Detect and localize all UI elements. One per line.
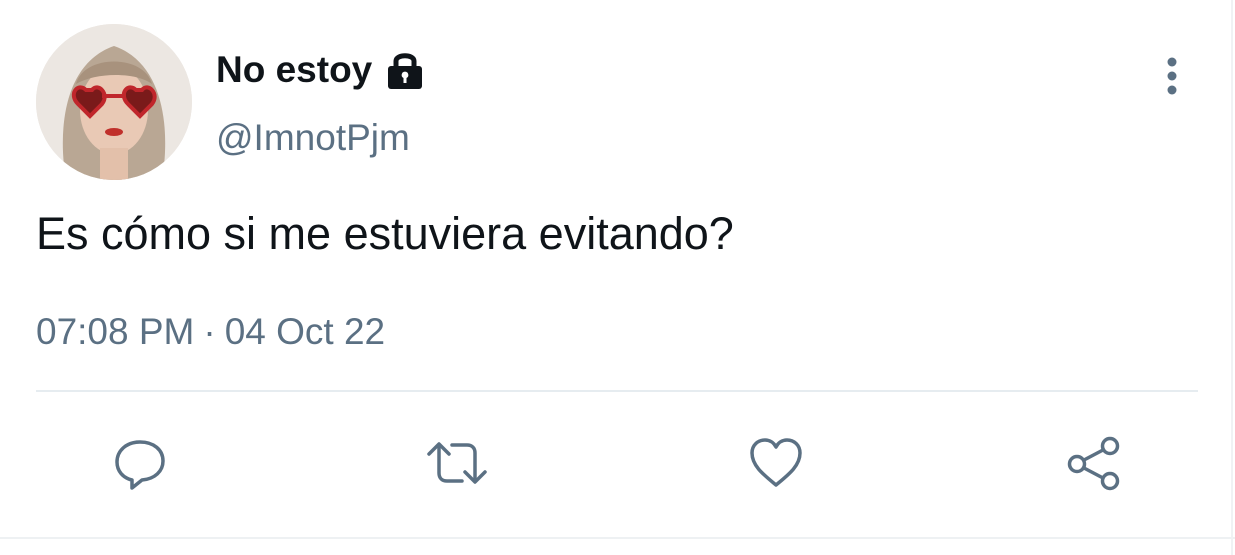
- tweet-date: 04 Oct 22: [224, 311, 386, 352]
- right-edge-border: [1231, 0, 1233, 555]
- tweet-timestamp[interactable]: 07:08 PM · 04 Oct 22: [36, 311, 385, 353]
- retweet-arrows-icon: [427, 442, 487, 484]
- vertical-dots-icon: [1167, 57, 1177, 95]
- more-options-button[interactable]: [1150, 50, 1194, 102]
- share-nodes-icon: [1067, 436, 1120, 491]
- user-handle[interactable]: @ImnotPjm: [216, 117, 410, 159]
- divider: [36, 390, 1198, 392]
- tweet-card: No estoy @ImnotPjm Es cómo si me estuvie…: [0, 0, 1235, 555]
- retweet-button[interactable]: [424, 430, 490, 496]
- comment-bubble-icon: [115, 440, 165, 490]
- share-button[interactable]: [1061, 430, 1127, 496]
- display-name[interactable]: No estoy: [216, 49, 372, 91]
- timestamp-separator: ·: [203, 311, 216, 352]
- heart-icon: [750, 438, 802, 487]
- tweet-time: 07:08 PM: [36, 311, 195, 352]
- lock-icon: [382, 47, 428, 93]
- reply-button[interactable]: [107, 430, 173, 496]
- display-name-row[interactable]: No estoy: [216, 46, 428, 94]
- avatar[interactable]: [36, 24, 192, 180]
- like-button[interactable]: [743, 430, 809, 496]
- tweet-text: Es cómo si me estuviera evitando?: [36, 208, 734, 259]
- bottom-divider: [0, 537, 1235, 539]
